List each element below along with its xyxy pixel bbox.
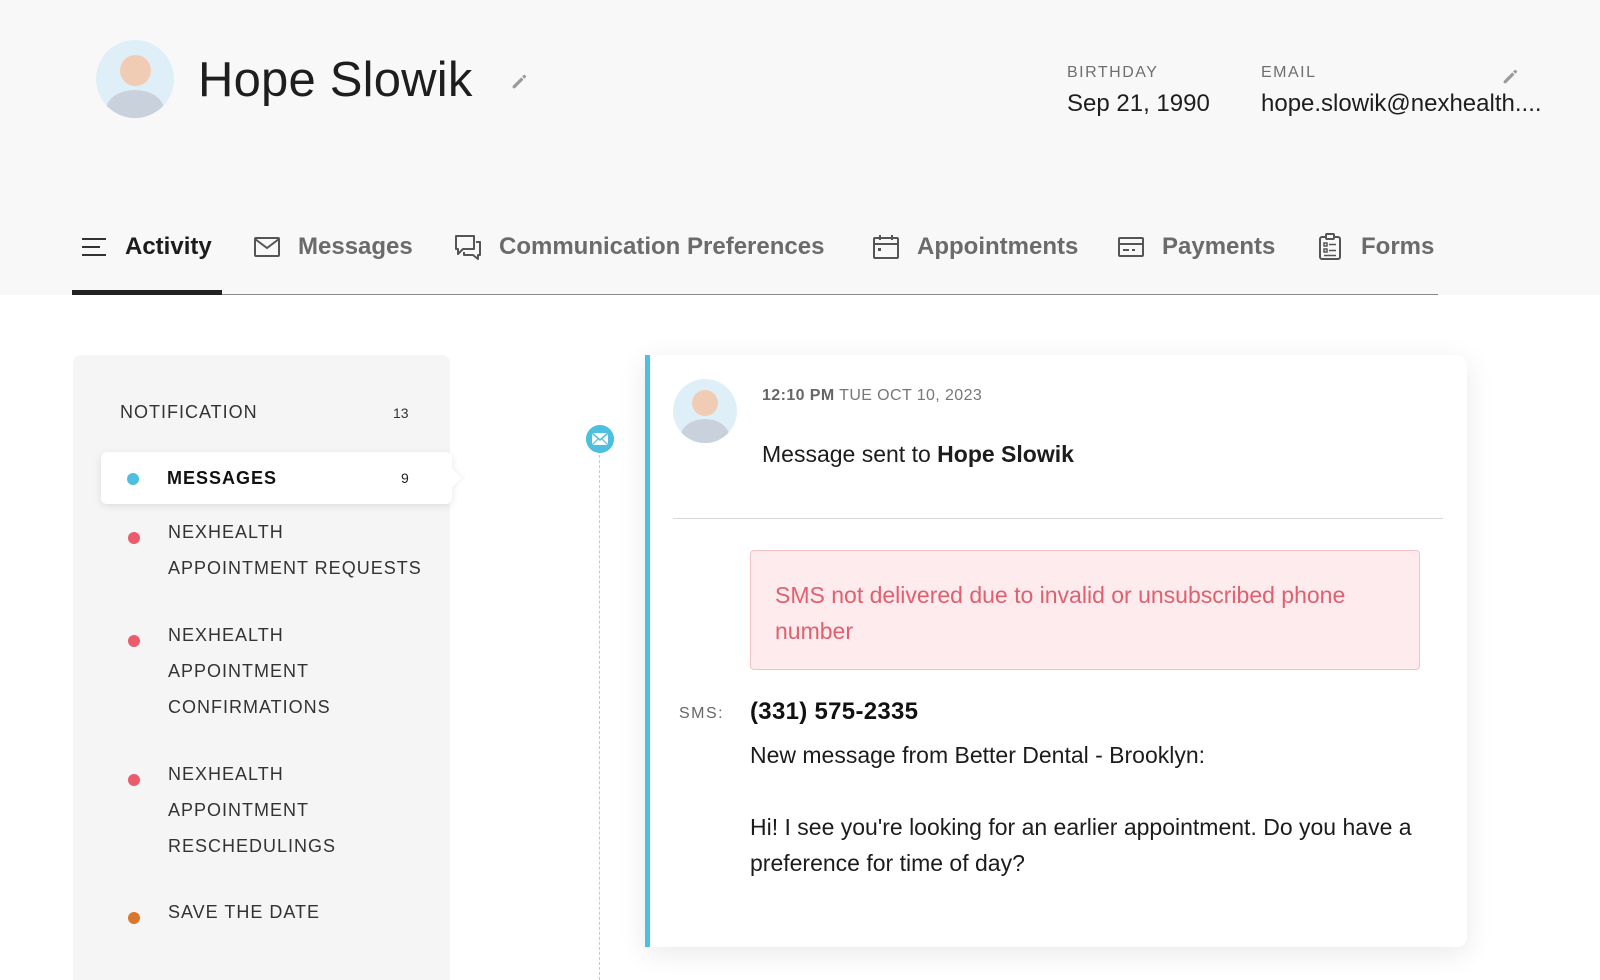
status-dot: [128, 912, 140, 924]
tab-payments[interactable]: Payments: [1117, 215, 1275, 295]
tab-forms-label: Forms: [1361, 233, 1435, 260]
sidebar-item-count: 9: [401, 470, 409, 486]
edit-name-pencil-icon[interactable]: [510, 72, 528, 90]
message-sent-line: Message sent to Hope Slowik: [762, 441, 1074, 468]
chat-bubbles-icon: [455, 235, 481, 260]
tab-messages[interactable]: Messages: [253, 215, 413, 295]
calendar-icon: [873, 235, 899, 259]
envelope-icon: [254, 237, 280, 257]
email-label: EMAIL: [1261, 64, 1317, 81]
birthday-value: Sep 21, 1990: [1067, 90, 1210, 117]
divider: [673, 518, 1443, 519]
status-dot: [128, 635, 140, 647]
birthday-label: BIRTHDAY: [1067, 64, 1159, 81]
tab-appointments[interactable]: Appointments: [872, 215, 1078, 295]
message-card: 12:10 PM TUE OCT 10, 2023 Message sent t…: [645, 355, 1467, 947]
tab-forms[interactable]: Forms: [1316, 215, 1434, 295]
sidebar-item-label: NEXHEALTH APPOINTMENT CONFIRMATIONS: [168, 625, 331, 717]
tab-communication-preferences[interactable]: Communication Preferences: [454, 215, 824, 295]
sms-phone-number: (331) 575-2335: [750, 698, 919, 725]
sidebar-item-label: MESSAGES: [167, 468, 278, 488]
edit-email-pencil-icon[interactable]: [1501, 67, 1519, 85]
tab-activity[interactable]: Activity: [80, 215, 212, 295]
patient-name: Hope Slowik: [198, 53, 473, 107]
tab-appointments-label: Appointments: [917, 233, 1079, 260]
clipboard-icon: [1319, 233, 1341, 260]
tab-bar: Activity Messages Communication Preferen…: [72, 215, 1438, 295]
sidebar-item-label: NEXHEALTH APPOINTMENT REQUESTS: [168, 522, 422, 578]
email-value: hope.slowik@nexhealth....: [1261, 90, 1542, 117]
delivery-error-alert: SMS not delivered due to invalid or unsu…: [750, 550, 1420, 670]
list-icon: [82, 238, 106, 256]
tab-communication-preferences-label: Communication Preferences: [499, 233, 825, 260]
sidebar-item-label: NEXHEALTH APPOINTMENT RESCHEDULINGS: [168, 764, 337, 856]
envelope-timeline-icon: [586, 425, 614, 453]
status-dot: [128, 532, 140, 544]
sms-label: SMS:: [679, 705, 725, 722]
sidebar-header: NOTIFICATION: [120, 402, 258, 422]
message-date: TUE OCT 10, 2023: [839, 387, 983, 404]
birthday-block: BIRTHDAY Sep 21, 1990: [1067, 64, 1210, 118]
message-timestamp: 12:10 PM TUE OCT 10, 2023: [762, 387, 982, 405]
sent-prefix: Message sent to: [762, 441, 931, 467]
avatar: [673, 379, 737, 443]
sidebar-item-messages[interactable]: MESSAGES 9: [101, 452, 452, 504]
patient-header: Hope Slowik BIRTHDAY Sep 21, 1990 EMAIL …: [0, 0, 1600, 295]
status-dot: [128, 774, 140, 786]
timeline-line: [599, 440, 600, 980]
tab-activity-label: Activity: [125, 233, 212, 260]
sidebar-item-label: SAVE THE DATE: [168, 902, 321, 922]
status-dot: [127, 473, 139, 485]
sidebar-header-count: 13: [393, 405, 409, 421]
card-accent-bar: [645, 355, 650, 947]
tab-payments-label: Payments: [1162, 233, 1276, 260]
card-icon: [1118, 237, 1144, 257]
message-body: New message from Better Dental - Brookly…: [750, 742, 1412, 876]
avatar: [96, 40, 174, 118]
notification-sidebar: NOTIFICATION 13 MESSAGES 9 NEXHEALTH APP…: [73, 355, 452, 980]
email-block: EMAIL hope.slowik@nexhealth....: [1261, 64, 1571, 118]
tab-messages-label: Messages: [298, 233, 413, 260]
message-time: 12:10 PM: [762, 387, 835, 404]
recipient-name: Hope Slowik: [937, 441, 1074, 467]
active-tab-indicator: [72, 290, 222, 295]
